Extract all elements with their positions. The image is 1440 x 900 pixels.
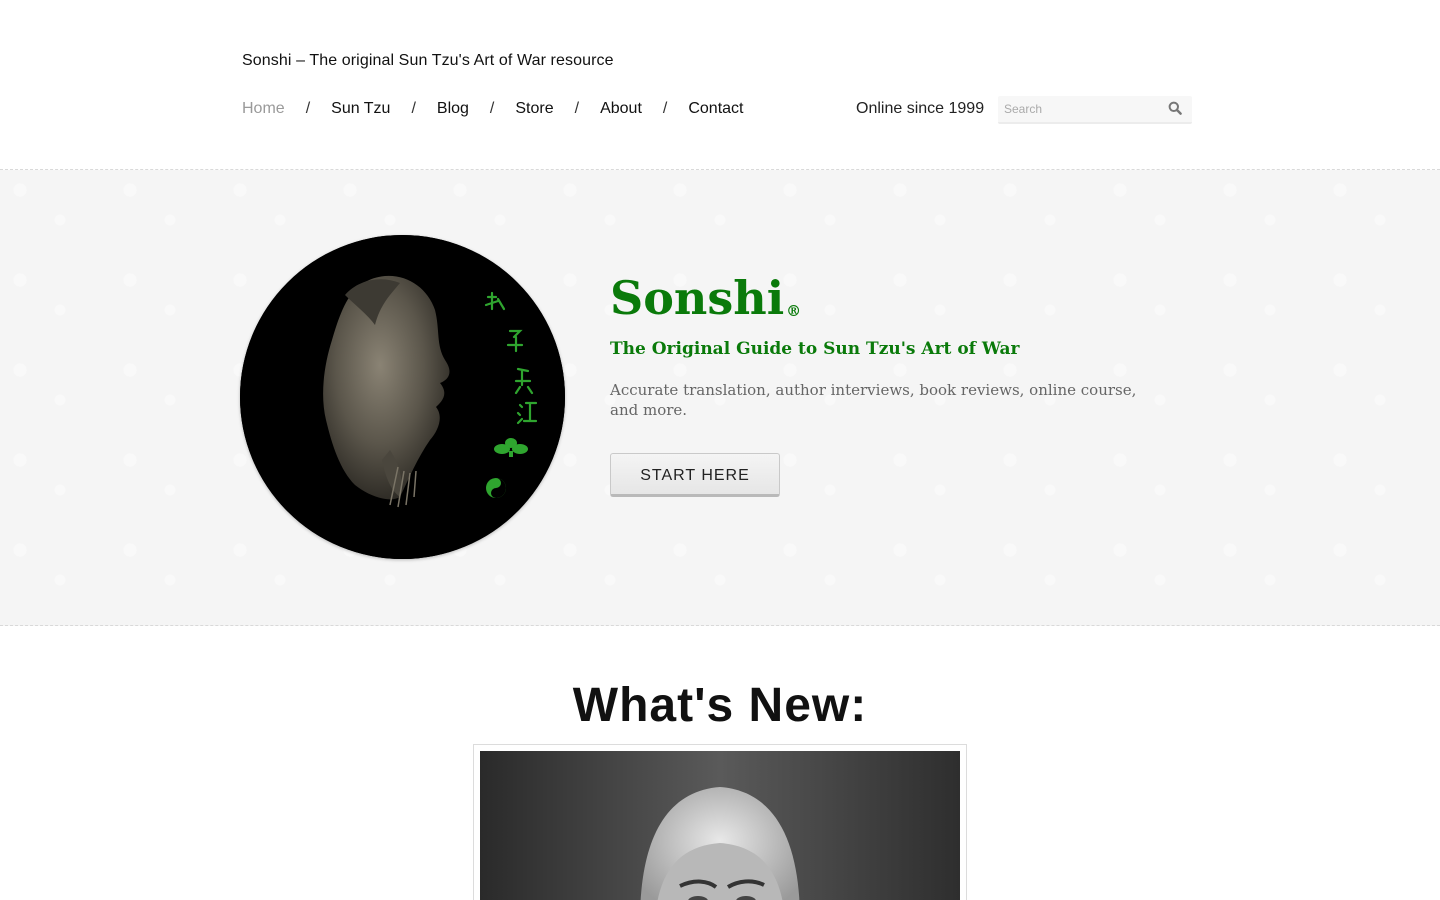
sun-tzu-medallion-image xyxy=(240,235,565,559)
site-title[interactable]: Sonshi – The original Sun Tzu's Art of W… xyxy=(242,52,614,70)
nav-item-home[interactable]: Home xyxy=(242,100,285,118)
nav-separator: / xyxy=(411,100,416,117)
start-here-button[interactable]: START HERE xyxy=(610,453,780,497)
online-since-text: Online since 1999 xyxy=(856,100,985,117)
search-input[interactable] xyxy=(998,96,1170,122)
nav-item-blog[interactable]: Blog xyxy=(437,100,469,118)
hero-text: Sonshi ® The Original Guide to Sun Tzu's … xyxy=(610,275,1140,497)
nav-separator: / xyxy=(305,100,311,117)
whats-new-section: What's New: xyxy=(0,626,1440,900)
hero-tagline: The Original Guide to Sun Tzu's Art of W… xyxy=(610,339,1020,359)
hero-description: Accurate translation, author interviews,… xyxy=(610,381,1137,419)
whats-new-title: What's New: xyxy=(572,679,868,732)
nav-separator: / xyxy=(489,100,495,117)
search-box xyxy=(998,96,1192,124)
brand-name: Sonshi xyxy=(610,271,785,325)
sun-tzu-portrait-illustration xyxy=(240,235,565,559)
nav-item-contact[interactable]: Contact xyxy=(688,100,743,118)
search-icon[interactable] xyxy=(1168,101,1182,115)
nav-item-about[interactable]: About xyxy=(600,100,642,118)
nav-item-store[interactable]: Store xyxy=(515,100,553,118)
featured-post-image[interactable] xyxy=(480,751,960,900)
main-nav: Home / Sun Tzu / Blog / Store / About / … xyxy=(242,100,743,118)
nav-separator: / xyxy=(662,100,668,117)
site-header: Sonshi – The original Sun Tzu's Art of W… xyxy=(0,0,1440,170)
nav-item-sun-tzu[interactable]: Sun Tzu xyxy=(331,100,390,118)
hero-section: Sonshi ® The Original Guide to Sun Tzu's … xyxy=(0,170,1440,626)
featured-post-frame[interactable] xyxy=(473,744,967,900)
nav-separator: / xyxy=(574,100,580,117)
brand-title: Sonshi ® xyxy=(610,275,1140,321)
portrait-photo-illustration xyxy=(480,751,960,900)
registered-mark: ® xyxy=(786,302,802,320)
